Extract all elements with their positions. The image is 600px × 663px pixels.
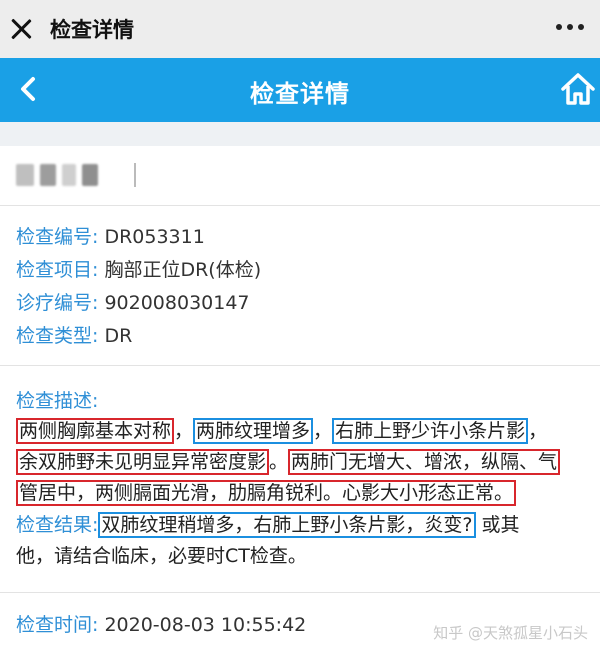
- result-label: 检查结果:: [16, 514, 99, 536]
- exam-time: 检查时间: 2020-08-03 10:55:42: [16, 610, 306, 637]
- highlight-red: 余双肺野未见明显异常密度影: [16, 449, 270, 475]
- close-icon[interactable]: [10, 18, 32, 40]
- result-text: 检查结果: 双肺纹理稍增多，右肺上野小条片影，炎变? 或其 他，请结合临床，必要时…: [16, 510, 594, 572]
- field-exam-item: 检查项目: 胸部正位DR(体检): [16, 255, 261, 282]
- field-label: 检查类型:: [16, 325, 99, 347]
- field-value: DR: [104, 325, 133, 347]
- description-line: 余双肺野未见明显异常密度影。两肺门无增大、增浓，纵隔、气: [16, 447, 594, 478]
- blurred-name-part: [40, 164, 56, 186]
- time-value: 2020-08-03 10:55:42: [104, 614, 307, 636]
- patient-name-blurred: [16, 160, 596, 190]
- highlight-red: 两肺门无增大、增浓，纵隔、气: [288, 449, 561, 475]
- home-icon[interactable]: [560, 70, 596, 108]
- description-line: 两侧胸廓基本对称，两肺纹理增多，右肺上野少许小条片影，: [16, 416, 594, 447]
- highlight-red: 两侧胸廓基本对称: [16, 418, 175, 444]
- field-label: 检查编号:: [16, 226, 99, 248]
- result-line: 他，请结合临床，必要时CT检查。: [16, 545, 307, 567]
- blurred-name-part: [16, 164, 34, 186]
- punctuation: ，: [174, 420, 194, 442]
- field-visit-number: 诊疗编号: 902008030147: [16, 288, 250, 315]
- description-line: 管居中，两侧膈面光滑，肋膈角锐利。心影大小形态正常。: [16, 478, 594, 509]
- blurred-name-part: [62, 164, 76, 186]
- field-exam-number: 检查编号: DR053311: [16, 222, 205, 249]
- highlight-blue: 双肺纹理稍增多，右肺上野小条片影，炎变?: [98, 512, 476, 538]
- field-label: 诊疗编号:: [16, 292, 99, 314]
- divider: [0, 365, 600, 366]
- field-value: 胸部正位DR(体检): [104, 259, 262, 281]
- divider: [0, 205, 600, 206]
- highlight-red: 管居中，两侧膈面光滑，肋膈角锐利。心影大小形态正常。: [16, 480, 517, 506]
- punctuation: ，: [313, 420, 333, 442]
- app-header: 检查详情: [0, 58, 600, 122]
- divider: [0, 592, 600, 593]
- page-title: 检查详情: [250, 80, 350, 108]
- highlight-blue: 两肺纹理增多: [193, 418, 314, 444]
- wechat-title: 检查详情: [50, 18, 134, 42]
- description-text: 两侧胸廓基本对称，两肺纹理增多，右肺上野少许小条片影， 余双肺野未见明显异常密度…: [16, 416, 594, 509]
- watermark: 知乎 @天煞孤星小石头: [433, 624, 588, 642]
- time-label: 检查时间:: [16, 614, 99, 636]
- result-line: 检查结果: 双肺纹理稍增多，右肺上野小条片影，炎变? 或其: [16, 510, 594, 541]
- result-rest: 或其: [475, 514, 520, 536]
- more-icon[interactable]: [556, 24, 584, 30]
- field-value: 902008030147: [104, 292, 250, 314]
- description-label: 检查描述:: [16, 390, 99, 412]
- field-value: DR053311: [104, 226, 205, 248]
- punctuation: ，: [528, 420, 548, 442]
- field-exam-type: 检查类型: DR: [16, 321, 132, 348]
- punctuation: 。: [269, 451, 289, 473]
- highlight-blue: 右肺上野少许小条片影: [332, 418, 529, 444]
- field-label: 检查项目:: [16, 259, 99, 281]
- name-separator: [134, 163, 136, 187]
- section-spacer: [0, 122, 600, 146]
- wechat-top-bar: 检查详情: [0, 0, 600, 58]
- blurred-name-part: [82, 164, 98, 186]
